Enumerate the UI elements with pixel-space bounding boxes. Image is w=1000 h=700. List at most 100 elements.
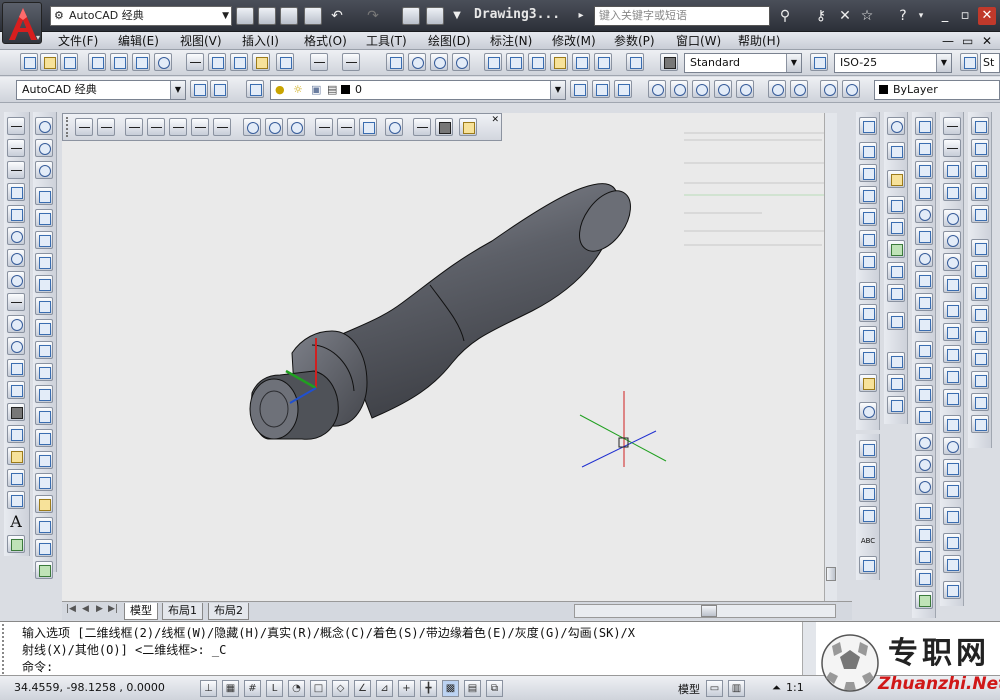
join-icon[interactable] — [35, 385, 53, 403]
toolbar-grip[interactable] — [66, 117, 72, 137]
menu-dimension[interactable]: 标注(N) — [490, 33, 532, 49]
menu-edit[interactable]: 编辑(E) — [118, 33, 159, 49]
trim-icon[interactable] — [35, 319, 53, 337]
ucs-world-icon[interactable] — [971, 261, 989, 279]
quick-view-drawings-icon[interactable]: ▥ — [728, 680, 745, 697]
solid-edit-icon[interactable] — [35, 539, 53, 557]
erase-icon[interactable] — [35, 117, 53, 135]
chevron-right-icon[interactable]: ▸ — [572, 7, 590, 25]
qnew-icon[interactable] — [20, 53, 38, 71]
zoom-in-icon[interactable] — [768, 80, 786, 98]
region-icon[interactable] — [7, 469, 25, 487]
3d-dwf-icon[interactable] — [154, 53, 172, 71]
infer-constraints-icon[interactable]: ⊥ — [200, 680, 217, 697]
box-icon[interactable] — [887, 117, 905, 135]
dim-edit-icon[interactable] — [943, 507, 961, 525]
ucs-zaxis-icon[interactable] — [971, 393, 989, 411]
design-center-icon[interactable] — [506, 53, 524, 71]
3d-move-icon[interactable] — [915, 503, 933, 521]
horizontal-scrollbar[interactable] — [574, 604, 836, 618]
multiline-text-icon[interactable]: A — [7, 513, 25, 531]
3d-align-icon[interactable] — [915, 547, 933, 565]
snap-node-icon[interactable] — [385, 118, 403, 136]
block-editor-icon[interactable] — [276, 53, 294, 71]
3d-object-snap-icon[interactable]: ◇ — [332, 680, 349, 697]
ortho-mode-icon[interactable]: L — [266, 680, 283, 697]
zoom-object-icon[interactable] — [736, 80, 754, 98]
gradient-icon[interactable] — [7, 447, 25, 465]
doc-restore-button[interactable]: ▭ — [962, 33, 973, 49]
paste-icon[interactable] — [230, 53, 248, 71]
spline-icon[interactable] — [7, 293, 25, 311]
jogged-dim-icon[interactable] — [943, 231, 961, 249]
minimize-button[interactable]: _ — [936, 7, 954, 25]
line-icon[interactable] — [7, 117, 25, 135]
favorites-star-icon[interactable]: ☆ — [858, 7, 876, 25]
pan-icon[interactable] — [386, 53, 404, 71]
revision-cloud-icon[interactable] — [7, 271, 25, 289]
new-file-icon[interactable] — [236, 7, 254, 25]
save-icon[interactable] — [60, 53, 78, 71]
aligned-dim-icon[interactable] — [943, 139, 961, 157]
planar-surface-icon[interactable] — [887, 312, 905, 330]
layer-previous-icon[interactable] — [592, 80, 610, 98]
lineweight-icon[interactable]: ╋ — [420, 680, 437, 697]
doc-minimize-button[interactable]: — — [942, 33, 954, 49]
rotate-icon[interactable] — [35, 253, 53, 271]
torus-icon[interactable] — [887, 284, 905, 302]
distance-icon[interactable] — [971, 117, 989, 135]
copy-icon[interactable] — [208, 53, 226, 71]
solid-revolve-icon[interactable] — [915, 385, 933, 403]
solid-box-icon[interactable] — [915, 139, 933, 157]
application-menu-button[interactable]: ▾ — [2, 2, 42, 44]
make-current-icon[interactable] — [570, 80, 588, 98]
preview-icon[interactable] — [110, 53, 128, 71]
3d-mirror-icon[interactable] — [915, 591, 933, 609]
open-icon[interactable] — [40, 53, 58, 71]
exchange-icon[interactable]: ✕ — [836, 7, 854, 25]
3d-rotate-icon[interactable] — [915, 525, 933, 543]
locate-point-icon[interactable] — [971, 205, 989, 223]
table-icon[interactable] — [7, 491, 25, 509]
ne-iso-icon[interactable] — [859, 326, 877, 344]
text-style-select[interactable]: Standard ▼ — [684, 53, 802, 73]
mapping-icon[interactable] — [859, 462, 877, 480]
chevron-down-icon[interactable]: ▼ — [448, 7, 466, 25]
right-view-icon[interactable] — [859, 230, 877, 248]
quick-view-layouts-icon[interactable]: ▭ — [706, 680, 723, 697]
close-icon[interactable]: ✕ — [491, 115, 499, 125]
menu-insert[interactable]: 插入(I) — [242, 33, 279, 49]
coordinate-readout[interactable]: 34.4559, -98.1258 , 0.0000 — [14, 681, 165, 694]
angular-dim-icon[interactable] — [943, 275, 961, 293]
vertical-scroll-thumb[interactable] — [826, 567, 836, 581]
mass-properties-icon[interactable] — [971, 161, 989, 179]
zoom-window-icon[interactable] — [648, 80, 666, 98]
last-tab-icon[interactable]: ▶| — [108, 604, 118, 614]
ucs-face-icon[interactable] — [971, 305, 989, 323]
helix-icon[interactable] — [915, 293, 933, 311]
baseline-dim-icon[interactable] — [943, 323, 961, 341]
snap-insert-icon[interactable] — [359, 118, 377, 136]
front-view-icon[interactable] — [859, 186, 877, 204]
annotation-scale-icon[interactable]: ⏶ — [772, 681, 781, 695]
tab-layout1[interactable]: 布局1 — [162, 603, 203, 620]
offset-icon[interactable] — [35, 187, 53, 205]
snap-endpoint-icon[interactable] — [125, 118, 143, 136]
continue-dim-icon[interactable] — [943, 345, 961, 363]
sheet-set-icon[interactable] — [550, 53, 568, 71]
workspace-select[interactable]: AutoCAD 经典 ▼ — [16, 80, 186, 100]
redo-icon[interactable]: ↷ — [364, 7, 382, 25]
command-scrollbar[interactable] — [802, 622, 816, 676]
abc-icon[interactable]: ABC — [859, 532, 877, 550]
model-space-label[interactable]: 模型 — [678, 681, 700, 697]
tolerance-icon[interactable] — [943, 415, 961, 433]
chevron-down-icon[interactable]: ▾ — [912, 7, 930, 25]
uv-icon[interactable] — [971, 239, 989, 257]
revolve-icon[interactable] — [887, 396, 905, 414]
menu-modify[interactable]: 修改(M) — [552, 33, 596, 49]
command-prompt[interactable]: 命令: — [22, 658, 53, 675]
dim-space-icon[interactable] — [943, 367, 961, 385]
solid-pyramid-icon[interactable] — [915, 271, 933, 289]
snap-intersection-icon[interactable] — [169, 118, 187, 136]
dim-update-icon[interactable] — [943, 555, 961, 573]
